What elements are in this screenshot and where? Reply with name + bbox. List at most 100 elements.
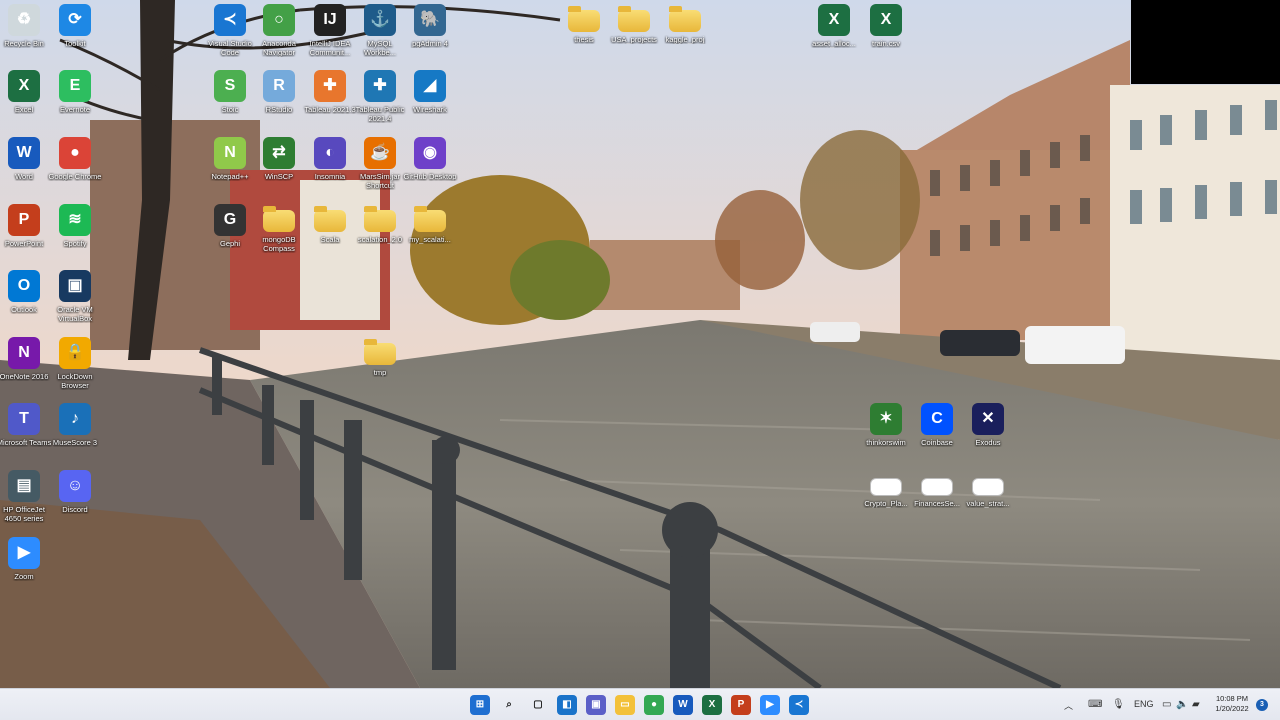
desktop-icon[interactable]: ⟳ Toolkit	[47, 4, 103, 48]
icon-glyph: ▶	[17, 544, 31, 561]
icon-glyph: ✚	[323, 77, 337, 94]
desktop-icon[interactable]: FinancesSe...	[909, 470, 965, 508]
desktop-icon[interactable]: ✚ Tableau 2021.3	[302, 70, 358, 114]
desktop-icon[interactable]: ▤ HP OfficeJet 4650 series	[0, 470, 52, 523]
icon-glyph: S	[224, 77, 236, 94]
display-icon[interactable]: ▭	[1162, 699, 1171, 710]
notification-badge[interactable]: 3	[1256, 699, 1268, 711]
windows-start-icon: ⊞	[475, 699, 485, 710]
stoic-icon: S	[214, 70, 246, 102]
desktop-icon[interactable]: ✕ Exodus	[960, 403, 1016, 447]
taskbar-clock[interactable]: 10:08 PM 1/20/2022	[1210, 694, 1254, 714]
desktop-icon[interactable]: G Gephi	[202, 204, 258, 248]
vscode-icon: ≺	[214, 4, 246, 36]
desktop-icon[interactable]: ☕ MarsSim.jar Shortcut	[352, 137, 408, 190]
excel-file-icon: X	[870, 4, 902, 36]
desktop-icon[interactable]: ✚ Tableau Public 2021.4	[352, 70, 408, 123]
folder-icon	[364, 339, 396, 365]
desktop-icon[interactable]: X Excel	[0, 70, 52, 114]
desktop-icon[interactable]: P PowerPoint	[0, 204, 52, 248]
desktop-icon[interactable]: USA_projects	[606, 4, 662, 44]
folder-icon	[618, 6, 650, 32]
keyboard-icon[interactable]: ⌨	[1088, 699, 1102, 710]
desktop-icon[interactable]: ◐ Insomnia	[302, 137, 358, 181]
desktop-icon[interactable]: 🔒 LockDown Browser	[47, 337, 103, 390]
icon-glyph: ≺	[223, 11, 237, 28]
folder-icon	[263, 206, 295, 232]
icon-glyph: ⟳	[68, 11, 82, 28]
desktop-icon[interactable]: ○ Anaconda Navigator	[251, 4, 307, 57]
desktop-icon[interactable]: ▣ Oracle VM VirtualBox	[47, 270, 103, 323]
taskbar-word-button[interactable]: W	[673, 695, 693, 715]
desktop-icon[interactable]: ≺ Visual Studio Code	[202, 4, 258, 57]
icon-glyph: ○	[274, 11, 284, 28]
desktop-icon[interactable]: 🐘 pgAdmin 4	[402, 4, 458, 48]
desktop-icon[interactable]: IJ IntelliJ IDEA Communit...	[302, 4, 358, 57]
document-icon	[870, 478, 902, 496]
desktop-icon[interactable]: Xtrain.csv	[858, 4, 914, 48]
desktop-icon[interactable]: mongoDB Compass	[251, 204, 307, 253]
desktop-icon[interactable]: ▶ Zoom	[0, 537, 52, 581]
virtualbox-icon: ▣	[59, 270, 91, 302]
desktop-icon[interactable]: ✶ thinkorswim	[858, 403, 914, 447]
taskbar-file-explorer-button[interactable]: ▭	[615, 695, 635, 715]
desktop-icon[interactable]: Crypto_Pla...	[858, 470, 914, 508]
taskbar-chrome-button[interactable]: ●	[644, 695, 664, 715]
taskbar-powerpoint-button[interactable]: P	[731, 695, 751, 715]
desktop-icon[interactable]: ⚓ MySQL Workbe...	[352, 4, 408, 57]
desktop-icon[interactable]: ☺ Discord	[47, 470, 103, 514]
taskbar-excel-button[interactable]: X	[702, 695, 722, 715]
icon-glyph: P	[18, 211, 30, 228]
desktop-icon[interactable]: value_strat...	[960, 470, 1016, 508]
desktop-icon[interactable]: E Evernote	[47, 70, 103, 114]
desktop-icon[interactable]: kaggle_proj	[657, 4, 713, 44]
desktop-icon[interactable]: ♻ Recycle Bin	[0, 4, 52, 48]
desktop-icon[interactable]: ⇄ WinSCP	[251, 137, 307, 181]
taskbar-widgets-button[interactable]: ◧	[557, 695, 577, 715]
icon-glyph: X	[18, 77, 30, 94]
desktop-icon[interactable]: S Stoic	[202, 70, 258, 114]
taskbar-start-button[interactable]: ⊞	[470, 695, 490, 715]
desktop-icon[interactable]: T Microsoft Teams	[0, 403, 52, 447]
desktop-icon[interactable]: N OneNote 2016	[0, 337, 52, 381]
desktop-icon[interactable]: ♪ MuseScore 3	[47, 403, 103, 447]
desktop-icon[interactable]: ● Google Chrome	[47, 137, 103, 181]
taskbar-vscode-button[interactable]: ≺	[789, 695, 809, 715]
clock-time: 10:08 PM	[1215, 694, 1249, 703]
desktop-icon[interactable]: N Notepad++	[202, 137, 258, 181]
microphone-icon[interactable]: 🎙	[1112, 699, 1125, 710]
taskbar-zoom-button[interactable]: ▶	[760, 695, 780, 715]
desktop-icon[interactable]: W Word	[0, 137, 52, 181]
desktop-icon[interactable]: R RStudio	[251, 70, 307, 114]
desktop-icon[interactable]: ◢ Wireshark	[402, 70, 458, 114]
taskbar-chat-button[interactable]: ▣	[586, 695, 606, 715]
desktop-icon-label: FinancesSe...	[914, 499, 960, 508]
desktop-icon[interactable]: thesis	[556, 4, 612, 44]
thinkorswim-icon: ✶	[870, 403, 902, 435]
volume-icon[interactable]: 🔈	[1176, 699, 1188, 710]
desktop-icon-label: WinSCP	[264, 172, 294, 181]
desktop-icon-label: Notepad++	[211, 172, 249, 181]
language-indicator[interactable]: ENG	[1134, 699, 1154, 709]
desktop-icon[interactable]: tmp	[352, 337, 408, 377]
desktop-icon-label: Word	[15, 172, 33, 181]
recycle-bin-icon: ♻	[8, 4, 40, 36]
desktop-icon[interactable]: ◉ GitHub Desktop	[402, 137, 458, 181]
desktop-icon-label: my_scalati...	[409, 235, 451, 244]
desktop-icon[interactable]: O Outlook	[0, 270, 52, 314]
desktop-icon[interactable]: Scala	[302, 204, 358, 244]
desktop-icon[interactable]: scalation_2.0	[352, 204, 408, 244]
desktop-icon-label: Tableau 2021.3	[304, 105, 356, 114]
desktop-icon[interactable]: Xasset_alloc...	[806, 4, 862, 48]
onenote-icon: N	[8, 337, 40, 369]
icon-glyph: ▤	[16, 477, 32, 494]
taskbar-search-button[interactable]: ⌕	[499, 695, 519, 715]
desktop-icon[interactable]: my_scalati...	[402, 204, 458, 244]
desktop-wallpaper	[0, 0, 1280, 688]
tray-overflow-chevron-icon[interactable]: ︿	[1064, 699, 1073, 712]
desktop-icon[interactable]: ≋ Spotify	[47, 204, 103, 248]
taskbar-task-view-button[interactable]: ▢	[528, 695, 548, 715]
battery-icon[interactable]: ▰	[1192, 699, 1200, 710]
icon-glyph: ⇄	[272, 144, 286, 161]
desktop-icon[interactable]: C Coinbase	[909, 403, 965, 447]
